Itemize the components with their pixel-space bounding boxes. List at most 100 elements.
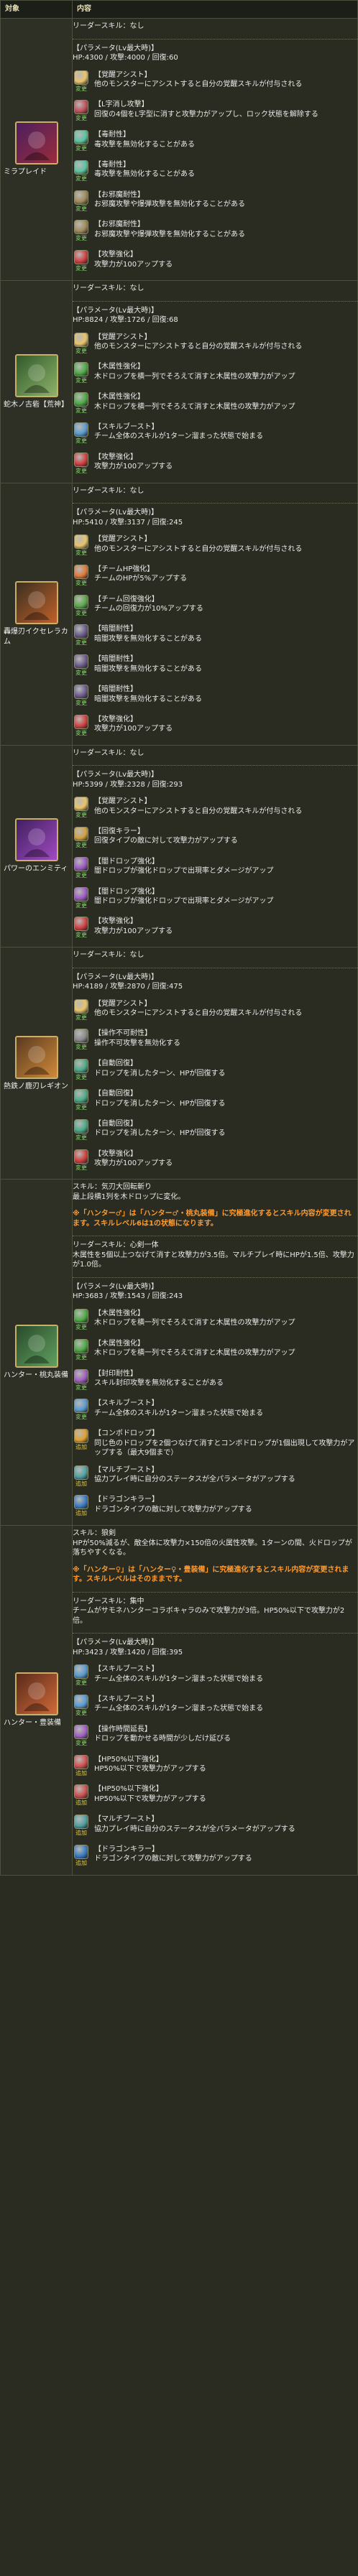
awakening-title: 【木属性強化】 [94,393,144,402]
awakening-icon[interactable] [74,130,88,145]
awakening-title: 【闇ドロップ強化】 [94,857,159,866]
awakening-icon[interactable] [74,1844,88,1859]
awakening-icon[interactable] [74,714,88,729]
awakening-desc: 木ドロップを横一列でそろえて消すと木属性の攻撃力がアップ [94,1349,295,1358]
awakening-icon[interactable] [74,452,88,467]
awakening-icon[interactable] [74,250,88,265]
awakening-desc: お邪魔攻撃や爆弾攻撃を無効化することがある [94,200,245,209]
awakening-title: 【毒耐性】 [94,160,130,169]
awakening-icon[interactable] [74,999,88,1014]
awakening-icon[interactable] [74,1664,88,1680]
awakening-icon[interactable] [74,1059,88,1074]
awakening-title: 【覚醒アシスト】 [94,70,152,79]
monster-name[interactable]: ハンター・豊装備 [1,1718,72,1733]
monster-name[interactable]: 熱鉄ノ鹿刃レギオン [1,1082,72,1096]
awakening-icon[interactable] [74,1118,88,1134]
change-tag: 変更 [75,175,87,182]
info-block: スキル：狼剣 HPが50%減るが、敵全体に攻撃力×150倍の火属性攻撃。1ターン… [73,1529,357,1558]
awakening-icon[interactable] [74,917,88,932]
awakening-icon[interactable] [74,624,88,639]
awakening-icon[interactable] [74,534,88,550]
awakening-icon[interactable] [74,1429,88,1444]
monster-portrait-icon [16,123,57,164]
awakening-text: 【攻撃強化】 攻撃力が100アップする [90,250,357,269]
awakening-item: 変更 【闇ドロップ強化】 闇ドロップが強化ドロップで出現率とダメージがアップ [73,856,357,880]
monster-avatar[interactable] [14,1672,58,1716]
monster-avatar[interactable] [14,818,58,862]
awakening-icon[interactable] [74,797,88,812]
awakening-icon[interactable] [74,1089,88,1104]
monster-avatar[interactable] [14,121,58,165]
awakening-desc: スキル封印攻撃を無効化することがある [94,1379,224,1387]
awakening-icon-wrap: 変更 [73,1029,90,1052]
awakening-icon[interactable] [74,1338,88,1353]
awakening-title: 【覚醒アシスト】 [94,333,152,341]
awakening-item: 追加 【HP50%以下強化】 HP50%以下で攻撃力がアップする [73,1754,357,1778]
awakening-icon[interactable] [74,362,88,377]
awakening-icon[interactable] [74,1149,88,1164]
awakening-icon[interactable] [74,1754,88,1769]
monster-name[interactable]: 蛇木ノ古砦【荒神】 [1,400,72,414]
awakening-icon[interactable] [74,594,88,609]
awakening-desc: 毒攻撃を無効化することがある [94,140,195,149]
awakening-text: 【覚醒アシスト】 他のモンスターにアシストすると自分の覚醒スキルが付与される [90,534,357,554]
change-tag: 変更 [75,205,87,212]
awakening-icon[interactable] [74,392,88,407]
info-block: リーダースキル：なし [73,749,357,759]
awakening-icon[interactable] [74,685,88,700]
monster-avatar[interactable] [14,581,58,625]
awakening-icon[interactable] [74,1029,88,1044]
awakening-title: 【操作時間延長】 [94,1725,152,1733]
awakening-icon[interactable] [74,1495,88,1510]
awakening-text: 【ドラゴンキラー】 ドラゴンタイプの敵に対して攻撃力がアップする [90,1495,357,1514]
monster-avatar[interactable] [14,1035,58,1079]
change-tag: 変更 [75,377,87,384]
awakening-icon[interactable] [74,332,88,347]
awakening-icon[interactable] [74,564,88,579]
awakening-text: 【覚醒アシスト】 他のモンスターにアシストすると自分の覚醒スキルが付与される [90,333,357,352]
awakening-icon[interactable] [74,826,88,841]
awakening-icon[interactable] [74,1308,88,1323]
monster-name[interactable]: ミラプレイド [1,167,72,182]
awakening-icon[interactable] [74,1399,88,1414]
awakening-text: 【攻撃強化】 攻撃力が100アップする [90,715,357,734]
awakening-icon[interactable] [74,159,88,175]
monster-name[interactable]: パワーのエンミティ [1,864,72,879]
monster-avatar[interactable] [14,353,58,397]
awakening-icon[interactable] [74,1694,88,1709]
awakening-icon[interactable] [74,1368,88,1384]
awakening-icon[interactable] [74,100,88,115]
info-text: 【パラメータ(Lv最大時)】 HP:5410 / 攻撃:3137 / 回復:24… [73,509,183,527]
content-cell: リーダースキル：なし 【パラメータ(Lv最大時)】 HP:5410 / 攻撃:31… [72,482,358,746]
awakening-icon[interactable] [74,1724,88,1739]
awakening-icon[interactable] [74,422,88,437]
info-text: 【パラメータ(Lv最大時)】 HP:3683 / 攻撃:1543 / 回復:24… [73,1282,183,1301]
table-row: 熱鉄ノ鹿刃レギオン リーダースキル：なし【パラメータ(Lv最大時)】 HP:418… [0,947,358,1180]
awakening-icon-wrap: 変更 [73,1399,90,1422]
awakening-icon-wrap: 変更 [73,70,90,93]
awakening-item: 変更 【覚醒アシスト】 他のモンスターにアシストすると自分の覚醒スキルが付与される [73,797,357,820]
info-text: リーダースキル：心剣一体 木属性を5個以上つなげて消すと攻撃力が3.5倍。マルチ… [73,1241,354,1269]
monster-name[interactable]: ハンター・桃丸装備 [1,1371,72,1385]
awakening-icon[interactable] [74,856,88,871]
awakening-icon[interactable] [74,654,88,670]
awakening-icon[interactable] [74,886,88,902]
monster-avatar[interactable] [14,1325,58,1368]
info-block: 【パラメータ(Lv最大時)】 HP:4189 / 攻撃:2870 / 回復:47… [73,973,357,992]
awakening-icon-wrap: 変更 [73,250,90,273]
awakening-icon[interactable] [74,1815,88,1830]
awakening-icon[interactable] [74,1465,88,1480]
awakening-item: 変更 【自動回復】 ドロップを消したターン、HPが回復する [73,1118,357,1142]
awakening-icon[interactable] [74,220,88,235]
monster-name[interactable]: 轟爆刃イクセレラカム [1,627,72,651]
awakening-item: 変更 【スキルブースト】 チーム全体のスキルが1ターン溜まった状態で始まる [73,1694,357,1718]
awakening-icon[interactable] [74,1784,88,1799]
awakening-icon[interactable] [74,70,88,85]
info-block: リーダースキル：なし [73,950,357,960]
awakening-desc: 攻撃力が100アップする [94,260,173,269]
awakening-desc: 木ドロップを横一列でそろえて消すと木属性の攻撃力がアップ [94,372,295,381]
awakening-icon-wrap: 変更 [73,159,90,183]
awakening-title: 【L字消し攻撃】 [94,101,149,109]
awakening-icon-wrap: 変更 [73,1059,90,1082]
awakening-icon[interactable] [74,190,88,205]
